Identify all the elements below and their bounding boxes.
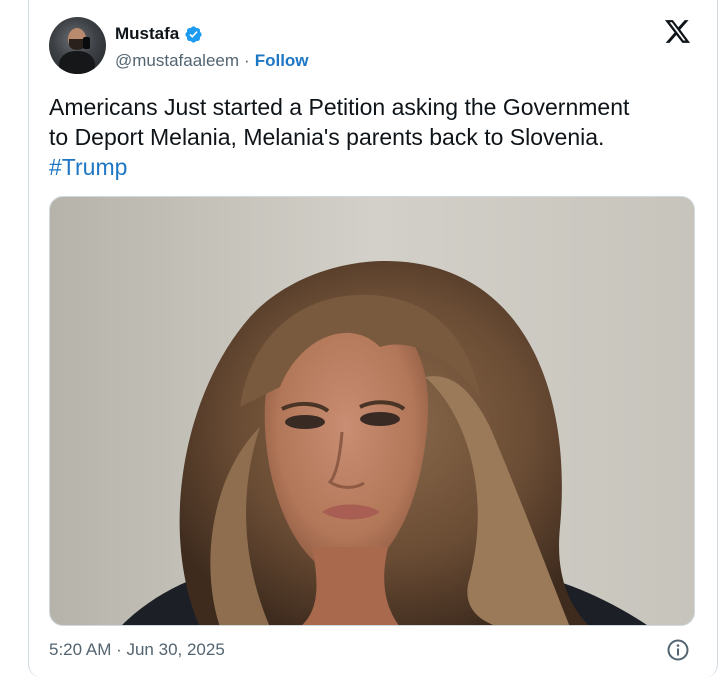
author-handle[interactable]: @mustafaaleem (115, 51, 239, 71)
verified-badge-icon (184, 25, 203, 44)
tweet-card: Mustafa @mustafaaleem · Follow Americans… (28, 0, 718, 678)
follow-button[interactable]: Follow (255, 51, 309, 71)
author-display-name[interactable]: Mustafa (115, 24, 179, 44)
author-handle-row: @mustafaaleem · Follow (115, 50, 309, 72)
handle-separator: · (244, 51, 250, 70)
author-name-row: Mustafa (115, 23, 203, 45)
avatar-phone-shape (83, 37, 90, 49)
tweet-media-photo[interactable] (49, 196, 695, 626)
info-icon[interactable] (666, 638, 690, 662)
tweet-timestamp[interactable]: 5:20 AM · Jun 30, 2025 (49, 640, 225, 660)
tweet-text: Americans Just started a Petition asking… (49, 92, 689, 182)
tweet-text-line: to Deport Melania, Melania's parents bac… (49, 124, 605, 150)
x-logo-icon[interactable] (665, 20, 691, 44)
tweet-text-line: Americans Just started a Petition asking… (49, 94, 630, 120)
avatar-body-shape (59, 51, 95, 74)
author-avatar[interactable] (49, 17, 106, 74)
hashtag-link[interactable]: #Trump (49, 152, 689, 182)
